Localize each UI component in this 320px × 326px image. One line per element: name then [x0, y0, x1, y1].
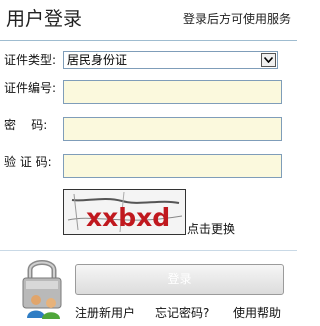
id-type-label: 证件类型:	[4, 53, 57, 67]
page-subtitle: 登录后方可使用服务	[182, 12, 291, 26]
captcha-input[interactable]	[63, 154, 282, 178]
login-button[interactable]: 登录	[75, 264, 284, 295]
captcha-image[interactable]: xxbxd	[63, 189, 186, 235]
lock-user-icon	[18, 256, 68, 320]
captcha-refresh-link[interactable]: 点击更换	[187, 221, 235, 237]
register-link[interactable]: 注册新用户	[75, 305, 135, 321]
footer-divider	[0, 250, 297, 251]
captcha-text: xxbxd	[86, 203, 170, 232]
help-link[interactable]: 使用帮助	[233, 305, 281, 321]
forgot-password-link[interactable]: 忘记密码?	[155, 305, 209, 321]
id-number-label: 证件编号:	[4, 81, 57, 95]
id-number-input[interactable]	[63, 80, 282, 104]
chevron-down-icon[interactable]	[261, 53, 276, 67]
header-divider	[0, 40, 297, 41]
page-title: 用户登录	[6, 8, 83, 30]
id-type-selected-value: 居民身份证	[67, 53, 128, 67]
id-type-select[interactable]: 居民身份证	[63, 51, 278, 69]
password-input[interactable]	[63, 117, 282, 141]
login-header: 用户登录 登录后方可使用服务	[0, 0, 297, 40]
captcha-label: 验 证 码:	[4, 155, 52, 169]
password-label: 密 码:	[4, 118, 48, 132]
